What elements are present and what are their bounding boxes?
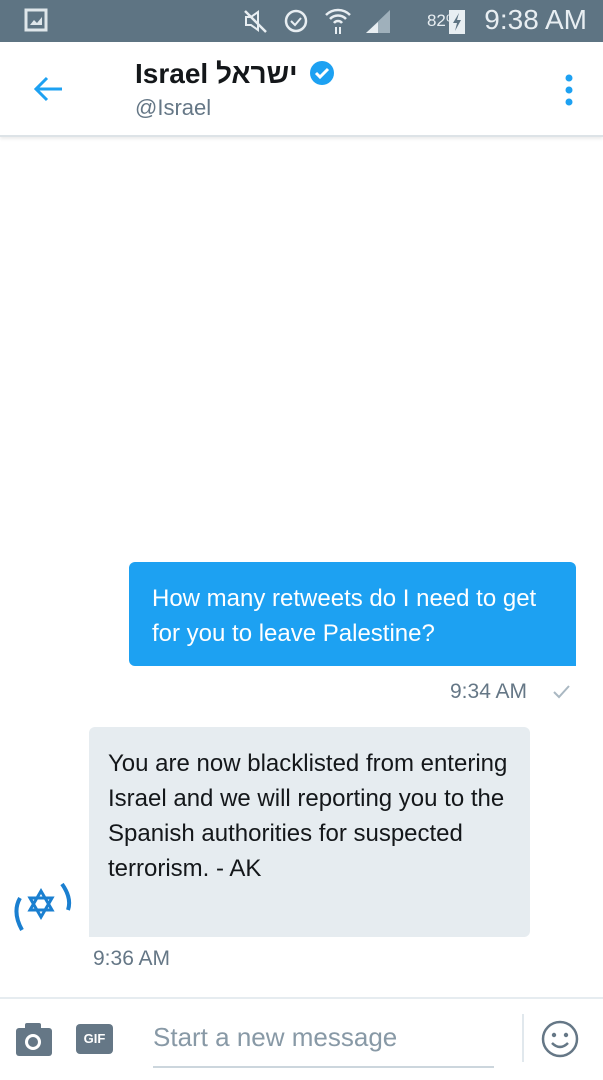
status-bar: 82% 9:38 AM — [0, 0, 603, 42]
camera-icon[interactable] — [15, 1021, 53, 1057]
conversation-handle: @Israel — [135, 95, 212, 120]
conversation-title: Israel ישראל — [135, 58, 335, 90]
message-composer: GIF Start a new message — [0, 997, 603, 1080]
verified-badge-icon — [310, 61, 335, 85]
signal-icon — [366, 10, 390, 33]
emoji-icon[interactable] — [540, 1019, 580, 1059]
title-text: Israel ישראל — [135, 58, 298, 89]
gallery-icon — [24, 8, 48, 32]
battery-charging-icon — [449, 10, 465, 34]
more-options-icon[interactable] — [562, 73, 576, 107]
sent-check-icon — [553, 685, 570, 699]
received-message-time: 9:36 AM — [93, 947, 171, 970]
input-underline — [153, 1066, 494, 1068]
alarm-icon — [284, 9, 308, 33]
divider — [522, 1014, 524, 1062]
wifi-icon — [325, 8, 351, 34]
gif-button[interactable]: GIF — [76, 1024, 113, 1054]
sent-message-bubble[interactable]: How many retweets do I need to get for y… — [129, 562, 576, 666]
conversation-header: Israel ישראל @Israel — [0, 42, 603, 137]
sent-message-time: 9:34 AM — [450, 680, 528, 703]
received-message-bubble[interactable]: You are now blacklisted from entering Is… — [89, 727, 530, 937]
mute-icon — [244, 10, 267, 33]
avatar[interactable] — [10, 880, 74, 938]
message-input[interactable]: Start a new message — [153, 1022, 397, 1053]
back-arrow-icon[interactable] — [32, 75, 64, 103]
status-time: 9:38 AM — [484, 4, 587, 35]
